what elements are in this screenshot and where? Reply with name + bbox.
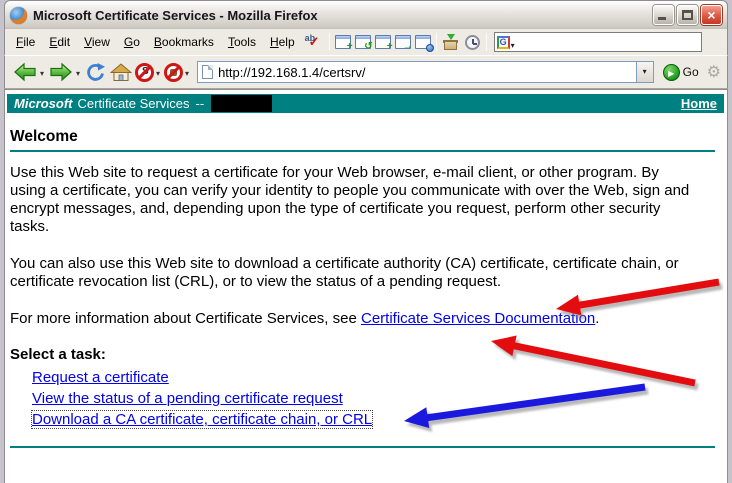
flashblock-icon[interactable]: [164, 62, 184, 82]
new-window-icon[interactable]: +: [374, 35, 393, 52]
page-proxy-icon[interactable]: [202, 65, 214, 79]
task-item: Download a CA certificate, certificate c…: [30, 409, 715, 430]
back-dropdown-icon[interactable]: ▾: [40, 69, 44, 78]
download-info-paragraph: You can also use this Web site to downlo…: [10, 255, 679, 290]
google-logo-icon: G: [496, 35, 510, 49]
menu-help[interactable]: Help: [263, 32, 302, 53]
home-button[interactable]: [110, 62, 133, 82]
heading-rule: [10, 150, 715, 152]
menu-file[interactable]: File: [9, 32, 42, 53]
maximize-icon: [682, 10, 693, 20]
task-item: Request a certificate: [32, 367, 715, 388]
banner-brand: Microsoft: [14, 96, 73, 111]
forward-dropdown-icon[interactable]: ▾: [76, 69, 80, 78]
back-button[interactable]: [13, 62, 37, 82]
task-list: Request a certificate View the status of…: [30, 367, 715, 430]
minimize-button[interactable]: [653, 5, 674, 25]
close-button[interactable]: ×: [701, 5, 722, 25]
navigation-toolbar: ▾ ▾ S ▾ ▾ http://192.168.1.4/certsrv/ ▾ …: [4, 55, 728, 89]
globe-badge-icon: [425, 44, 434, 52]
page-title: Welcome: [10, 128, 78, 145]
documentation-link[interactable]: Certificate Services Documentation: [361, 310, 595, 327]
reload-button[interactable]: [85, 62, 106, 82]
maximize-button[interactable]: [677, 5, 698, 25]
go-button-icon[interactable]: ▶: [662, 63, 680, 81]
adblock-icon[interactable]: S: [135, 62, 155, 82]
minimize-icon: [658, 17, 666, 20]
gear-icon: ⚙: [706, 64, 721, 81]
history-clock-icon[interactable]: [464, 34, 480, 50]
request-certificate-link[interactable]: Request a certificate: [32, 369, 169, 386]
spellcheck-icon[interactable]: ab ✓: [304, 33, 326, 51]
redaction-box: [211, 95, 273, 112]
open-link-in-tab-icon[interactable]: [414, 35, 434, 52]
menu-bookmarks[interactable]: Bookmarks: [147, 32, 221, 53]
select-task-label: Select a task:: [10, 346, 106, 363]
google-search-input[interactable]: [514, 34, 699, 50]
url-history-dropdown[interactable]: ▾: [635, 62, 653, 82]
duplicate-tab-icon[interactable]: →: [394, 35, 413, 52]
intro-paragraph: Use this Web site to request a certifica…: [10, 164, 690, 235]
menu-edit[interactable]: Edit: [42, 32, 77, 53]
url-input[interactable]: [218, 63, 636, 81]
adblock-dropdown-icon[interactable]: ▾: [156, 69, 160, 78]
banner-service: Certificate Services: [77, 96, 190, 111]
google-search-box: G ▾: [493, 32, 702, 52]
download-ca-certificate-link[interactable]: Download a CA certificate, certificate c…: [30, 410, 374, 429]
toolbar-separator: [435, 33, 437, 51]
firefox-icon: [10, 6, 27, 24]
address-bar: ▾: [197, 61, 654, 83]
view-pending-request-link[interactable]: View the status of a pending certificate…: [32, 390, 343, 407]
page-body: Welcome Use this Web site to request a c…: [5, 128, 727, 448]
menu-bar: File Edit View Go Bookmarks Tools Help a…: [4, 29, 728, 55]
footer-rule: [10, 446, 715, 448]
browser-window: Microsoft Certificate Services - Mozilla…: [0, 0, 732, 483]
home-link[interactable]: Home: [681, 96, 717, 111]
menu-tools[interactable]: Tools: [221, 32, 263, 53]
window-title: Microsoft Certificate Services - Mozilla…: [33, 7, 318, 23]
toolbar-separator: [485, 33, 487, 51]
new-tab-icon[interactable]: +: [334, 35, 353, 52]
certsrv-banner: Microsoft Certificate Services -- Home: [7, 94, 724, 113]
window-controls: ×: [653, 5, 722, 25]
banner-separator: --: [195, 96, 205, 111]
menu-view[interactable]: View: [77, 32, 117, 53]
toolbar-separator: [328, 33, 330, 51]
forward-button[interactable]: [49, 62, 73, 82]
title-bar[interactable]: Microsoft Certificate Services - Mozilla…: [4, 0, 728, 29]
task-item: View the status of a pending certificate…: [32, 388, 715, 409]
download-archive-icon[interactable]: [442, 33, 459, 50]
menu-go[interactable]: Go: [117, 32, 147, 53]
go-button-label[interactable]: Go: [683, 65, 699, 79]
docs-paragraph: For more information about Certificate S…: [10, 310, 600, 327]
close-icon: ×: [707, 7, 716, 23]
reload-all-tabs-icon[interactable]: ↺: [354, 35, 373, 52]
flashblock-dropdown-icon[interactable]: ▾: [185, 69, 189, 78]
browser-content: Microsoft Certificate Services -- Home W…: [4, 89, 728, 483]
